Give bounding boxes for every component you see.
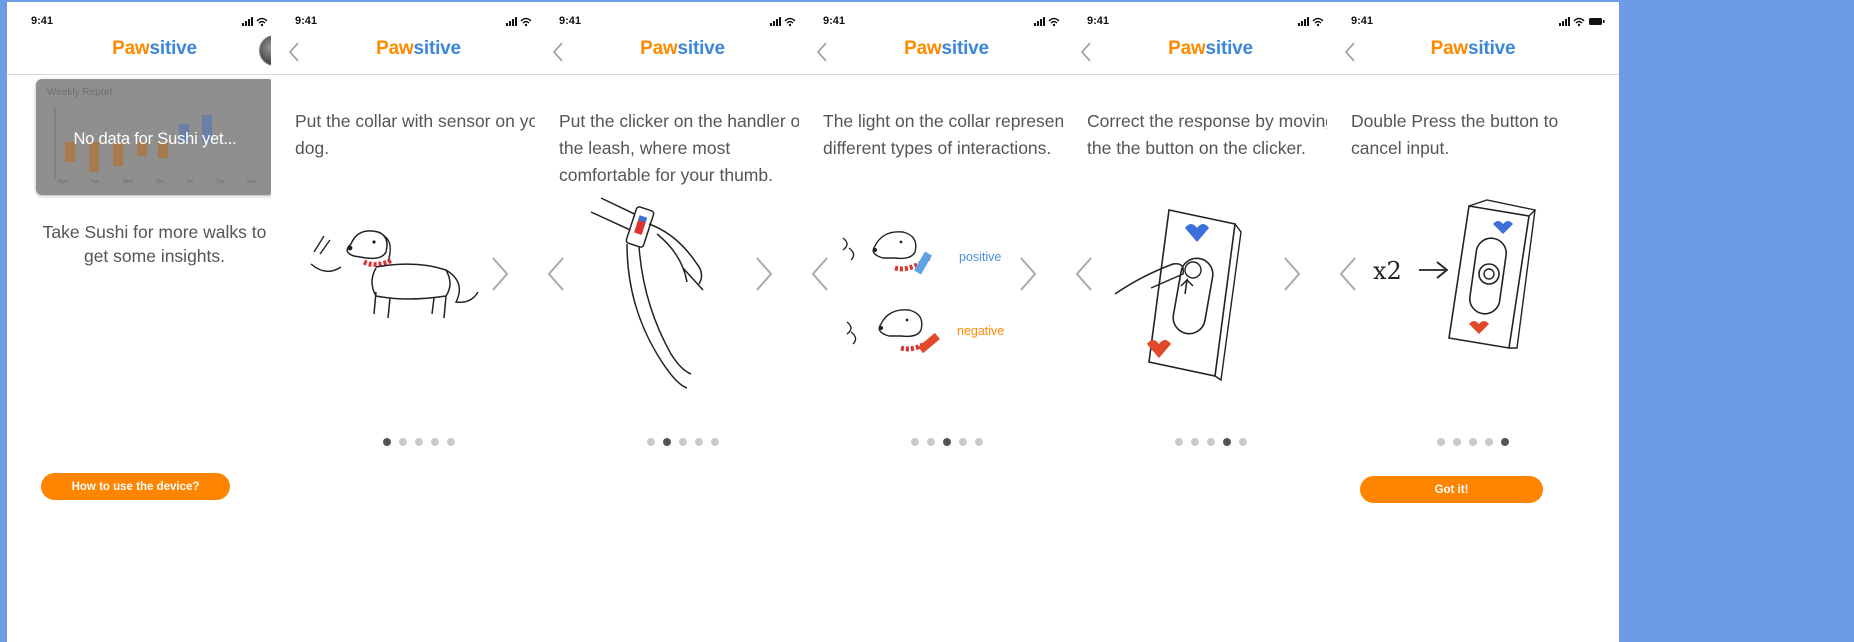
navbar: Pawsitive bbox=[7, 30, 302, 75]
status-time: 9:41 bbox=[295, 15, 318, 27]
status-bar: 9:41 bbox=[7, 15, 302, 31]
no-data-message: No data for Sushi yet... bbox=[73, 130, 237, 148]
walk-prompt: Take Sushi for more walks to get some in… bbox=[42, 222, 267, 266]
page-dot[interactable] bbox=[910, 438, 919, 446]
page-dot[interactable] bbox=[1437, 438, 1445, 446]
brand-logo: Pawsitive bbox=[904, 38, 989, 59]
status-time: 9:41 bbox=[1351, 15, 1374, 27]
page-indicator bbox=[799, 438, 1094, 446]
brand-logo: Pawsitive bbox=[1168, 38, 1253, 59]
weekly-report-card: Weekly Report Mon Tue Wed Thu Fri Sat Sun No d… bbox=[36, 79, 274, 195]
status-bar: 9:41 bbox=[1063, 15, 1358, 31]
page-dot[interactable] bbox=[678, 438, 687, 446]
navbar: Pawsitive bbox=[535, 30, 830, 75]
page-dot[interactable] bbox=[926, 438, 935, 446]
status-time: 9:41 bbox=[823, 15, 846, 27]
page-dot[interactable] bbox=[1485, 438, 1493, 446]
instruction-text: Correct the response by moving the the b… bbox=[1087, 111, 1336, 158]
previous-arrow-icon[interactable] bbox=[1337, 254, 1359, 294]
previous-arrow-icon[interactable] bbox=[545, 254, 567, 294]
page-dot[interactable] bbox=[1222, 438, 1231, 446]
positive-label: positive bbox=[959, 250, 1002, 264]
page-indicator bbox=[1063, 438, 1358, 446]
page-dot[interactable] bbox=[1206, 438, 1215, 446]
home-screen: 9:41 Pawsitive Weekly Report Mon Tue Wed Th… bbox=[7, 2, 302, 642]
leash-clicker-sketch bbox=[590, 197, 704, 389]
clicker-correction-sketch bbox=[1114, 209, 1242, 382]
page-dot[interactable] bbox=[382, 438, 391, 446]
page-indicator bbox=[1327, 438, 1619, 446]
status-bar: 9:41 bbox=[799, 15, 1094, 31]
brand-logo: Pawsitive bbox=[112, 38, 197, 59]
page-dot[interactable] bbox=[1190, 438, 1199, 446]
page-dot[interactable] bbox=[1453, 438, 1461, 446]
status-time: 9:41 bbox=[1087, 15, 1110, 27]
next-arrow-icon[interactable] bbox=[753, 254, 775, 294]
page-indicator bbox=[271, 438, 566, 446]
tutorial-step-1: 9:41 Pawsitive Put the collar with senso… bbox=[271, 2, 566, 642]
page-dot[interactable] bbox=[694, 438, 703, 446]
page-dot[interactable] bbox=[942, 438, 951, 446]
next-arrow-icon[interactable] bbox=[1017, 254, 1039, 294]
page-dot[interactable] bbox=[710, 438, 719, 446]
page-dot[interactable] bbox=[398, 438, 407, 446]
page-dot[interactable] bbox=[646, 438, 655, 446]
page-dot[interactable] bbox=[1501, 438, 1509, 446]
instruction-text: Put the clicker on the handler of the le… bbox=[559, 111, 806, 185]
collar-light-sketch bbox=[842, 231, 940, 354]
navbar: Pawsitive bbox=[1063, 30, 1358, 75]
page-dot[interactable] bbox=[430, 438, 439, 446]
tutorial-step-2: 9:41 Pawsitive Put the clicker on the ha… bbox=[535, 2, 830, 642]
status-time: 9:41 bbox=[559, 15, 582, 27]
brand-logo: Pawsitive bbox=[376, 38, 461, 59]
next-arrow-icon[interactable] bbox=[489, 254, 511, 294]
tutorial-step-5: 9:41 Pawsitive Double Press the button t… bbox=[1327, 2, 1619, 642]
page-dot[interactable] bbox=[958, 438, 967, 446]
status-bar: 9:41 bbox=[535, 15, 830, 31]
day-labels: Mon Tue Wed Thu Fri Sat Sun bbox=[58, 179, 256, 185]
brand-logo: Pawsitive bbox=[640, 38, 725, 59]
page-dot[interactable] bbox=[974, 438, 983, 446]
status-bar: 9:41 bbox=[271, 15, 566, 31]
previous-arrow-icon[interactable] bbox=[1073, 254, 1095, 294]
dog-collar-sketch bbox=[310, 230, 479, 319]
got-it-button[interactable]: Got it! bbox=[1360, 476, 1543, 503]
page-dot[interactable] bbox=[1174, 438, 1183, 446]
navbar: Pawsitive bbox=[1327, 30, 1619, 75]
status-icons bbox=[1559, 17, 1605, 27]
page-dot[interactable] bbox=[662, 438, 671, 446]
status-bar: 9:41 bbox=[1327, 15, 1619, 31]
instruction-text: Double Press the button to cancel input. bbox=[1351, 111, 1559, 158]
previous-arrow-icon[interactable] bbox=[809, 254, 831, 294]
page-dot[interactable] bbox=[446, 438, 455, 446]
status-time: 9:41 bbox=[31, 15, 54, 27]
page-dot[interactable] bbox=[1469, 438, 1477, 446]
instruction-text: The light on the collar represents diffe… bbox=[823, 111, 1078, 158]
tutorial-step-4: 9:41 Pawsitive Correct the response by m… bbox=[1063, 2, 1358, 642]
next-arrow-icon[interactable] bbox=[1281, 254, 1303, 294]
tutorial-step-3: 9:41 Pawsitive The light on the collar r… bbox=[799, 2, 1094, 642]
page-indicator bbox=[535, 438, 830, 446]
negative-label: negative bbox=[957, 324, 1005, 338]
how-to-use-button[interactable]: How to use the device? bbox=[41, 473, 230, 500]
navbar: Pawsitive bbox=[271, 30, 566, 75]
page-dot[interactable] bbox=[414, 438, 423, 446]
instruction-text: Put the collar with sensor on your dog. bbox=[295, 111, 554, 158]
double-press-annotation: x2 bbox=[1373, 257, 1402, 285]
navbar: Pawsitive bbox=[799, 30, 1094, 75]
brand-logo: Pawsitive bbox=[1430, 38, 1516, 59]
page-dot[interactable] bbox=[1238, 438, 1247, 446]
